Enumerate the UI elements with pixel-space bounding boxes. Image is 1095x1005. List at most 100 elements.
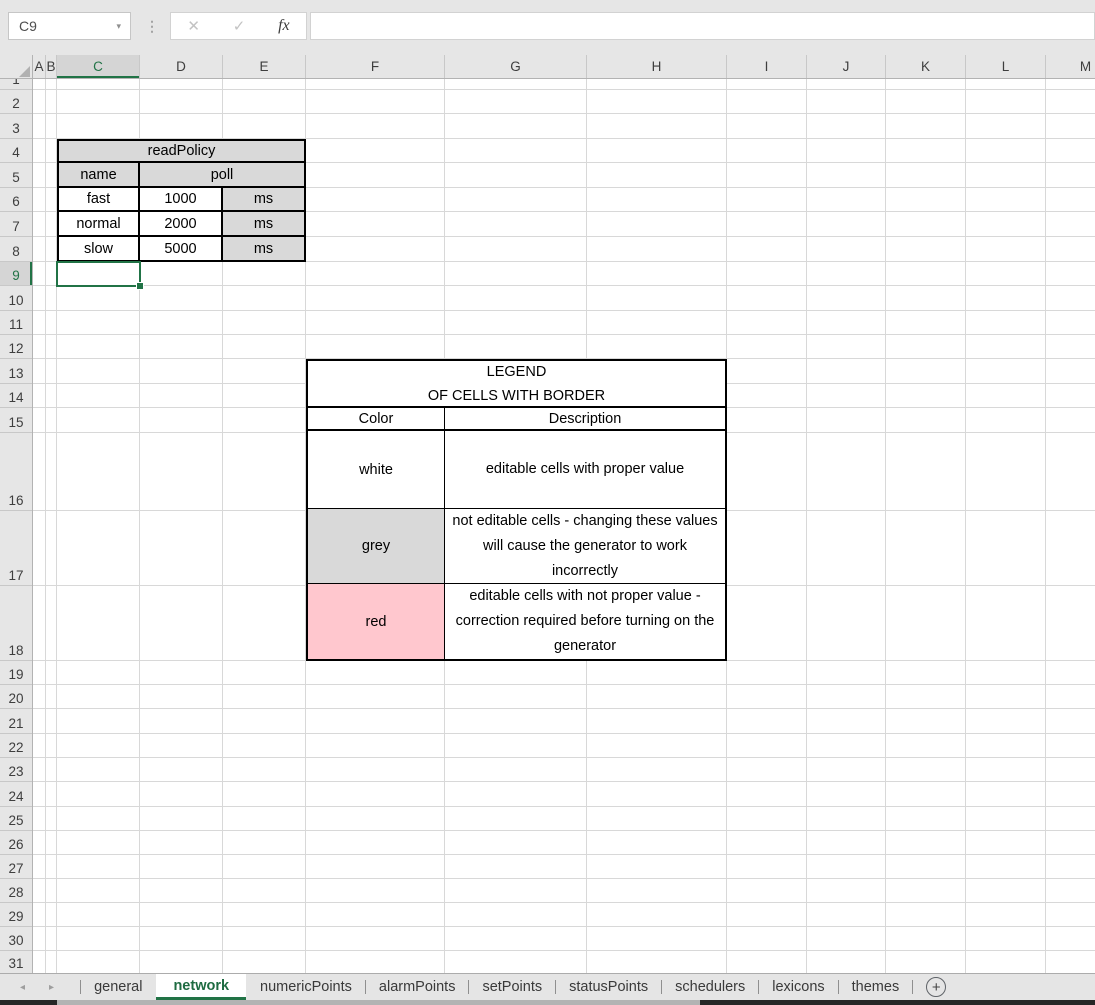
read-policy-title-cell[interactable]: readPolicy (59, 141, 304, 163)
column-header-G[interactable]: G (445, 55, 587, 78)
row-header-30[interactable]: 30 (0, 927, 32, 951)
insert-function-icon[interactable]: fx (278, 17, 290, 35)
row-header-24[interactable]: 24 (0, 782, 32, 807)
row-header-26[interactable]: 26 (0, 831, 32, 855)
sheet-tab-schedulers[interactable]: schedulers (662, 974, 758, 1000)
sheet-tab-alarmPoints[interactable]: alarmPoints (366, 974, 469, 1000)
bottom-strip-dark-right (700, 1000, 1095, 1005)
sheet-tab-numericPoints[interactable]: numericPoints (247, 974, 365, 1000)
read-policy-rows: fast1000msnormal2000msslow5000ms (59, 188, 304, 260)
legend-description-cell[interactable]: editable cells with proper value (445, 431, 725, 508)
row-header-19[interactable]: 19 (0, 661, 32, 685)
column-header-K[interactable]: K (886, 55, 966, 78)
row-header-28[interactable]: 28 (0, 879, 32, 903)
sheet-tab-general[interactable]: general (81, 974, 155, 1000)
name-box-dropdown-icon[interactable]: ▾ (116, 21, 130, 32)
column-header-H[interactable]: H (587, 55, 727, 78)
row-header-21[interactable]: 21 (0, 709, 32, 734)
legend-color-cell[interactable]: white (308, 431, 445, 508)
row-header-15[interactable]: 15 (0, 408, 32, 433)
row-header-12[interactable]: 12 (0, 335, 32, 359)
row-header-3[interactable]: 3 (0, 114, 32, 139)
row-header-31[interactable]: 31 (0, 951, 32, 973)
gridline-horizontal (33, 684, 1095, 685)
row-header-9[interactable]: 9 (0, 262, 32, 286)
legend-color-cell[interactable]: red (308, 584, 445, 659)
column-header-J[interactable]: J (807, 55, 886, 78)
column-header-E[interactable]: E (223, 55, 306, 78)
legend-row-red: rededitable cells with not proper value … (308, 584, 725, 659)
legend-title-cell[interactable]: LEGEND OF CELLS WITH BORDER (308, 361, 725, 408)
row-header-5[interactable]: 5 (0, 163, 32, 188)
row-header-18[interactable]: 18 (0, 586, 32, 661)
row-header-6[interactable]: 6 (0, 188, 32, 212)
legend-description-cell[interactable]: editable cells with not proper value - c… (445, 584, 725, 659)
add-sheet-button[interactable]: + (926, 977, 946, 997)
sheet-tab-themes[interactable]: themes (839, 974, 913, 1000)
row-header-4[interactable]: 4 (0, 139, 32, 163)
row-header-22[interactable]: 22 (0, 734, 32, 758)
row-header-20[interactable]: 20 (0, 685, 32, 709)
sheet-nav-left-icon[interactable]: ◂ (20, 982, 25, 993)
column-headers: ABCDEFGHIJKLM (33, 55, 1095, 79)
column-header-A[interactable]: A (33, 55, 46, 78)
row-header-25[interactable]: 25 (0, 807, 32, 831)
column-header-M[interactable]: M (1046, 55, 1095, 78)
read-policy-unit-cell[interactable]: ms (223, 237, 304, 260)
bottom-edge-strip (0, 1000, 1095, 1005)
gridline-horizontal (33, 854, 1095, 855)
row-header-17[interactable]: 17 (0, 511, 32, 586)
row-header-8[interactable]: 8 (0, 237, 32, 262)
read-policy-name-cell[interactable]: slow (59, 237, 140, 260)
row-header-16[interactable]: 16 (0, 433, 32, 511)
column-header-F[interactable]: F (306, 55, 445, 78)
sheet-tab-lexicons[interactable]: lexicons (759, 974, 837, 1000)
cell-grid[interactable]: readPolicy name poll fast1000msnormal200… (33, 79, 1095, 973)
formula-bar-input[interactable] (310, 12, 1095, 40)
legend-description-header-cell[interactable]: Description (445, 408, 725, 429)
enter-icon[interactable]: ✓ (233, 17, 246, 35)
read-policy-unit-cell[interactable]: ms (223, 188, 304, 210)
row-header-13[interactable]: 13 (0, 359, 32, 384)
column-header-C[interactable]: C (57, 55, 140, 78)
legend-row-grey: greynot editable cells - changing these … (308, 509, 725, 584)
legend-color-header-cell[interactable]: Color (308, 408, 445, 429)
name-box[interactable]: C9 ▾ (8, 12, 131, 40)
sheet-tab-statusPoints[interactable]: statusPoints (556, 974, 661, 1000)
sheet-tab-network[interactable]: network (156, 974, 246, 1000)
read-policy-name-cell[interactable]: normal (59, 212, 140, 235)
row-header-11[interactable]: 11 (0, 311, 32, 335)
column-header-D[interactable]: D (140, 55, 223, 78)
read-policy-poll-header-cell[interactable]: poll (140, 163, 304, 186)
sheet-tab-setPoints[interactable]: setPoints (469, 974, 555, 1000)
row-header-27[interactable]: 27 (0, 855, 32, 879)
row-header-23[interactable]: 23 (0, 758, 32, 782)
read-policy-name-header-cell[interactable]: name (59, 163, 140, 186)
cancel-icon[interactable]: ✕ (187, 17, 200, 35)
row-header-2[interactable]: 2 (0, 90, 32, 114)
column-header-L[interactable]: L (966, 55, 1046, 78)
row-header-29[interactable]: 29 (0, 903, 32, 927)
read-policy-name-cell[interactable]: fast (59, 188, 140, 210)
read-policy-value-cell[interactable]: 1000 (140, 188, 223, 210)
name-box-value: C9 (9, 18, 116, 34)
select-all-corner[interactable] (0, 55, 33, 79)
legend-color-cell[interactable]: grey (308, 509, 445, 583)
sheet-nav-arrows: ◂ ▸ (0, 974, 80, 1000)
sheet-nav-right-icon[interactable]: ▸ (49, 982, 54, 993)
active-cell-selection[interactable] (56, 261, 141, 287)
legend-description-cell[interactable]: not editable cells - changing these valu… (445, 509, 725, 583)
row-header-10[interactable]: 10 (0, 286, 32, 311)
read-policy-value-cell[interactable]: 5000 (140, 237, 223, 260)
column-header-B[interactable]: B (46, 55, 57, 78)
formula-bar-row: C9 ▾ ⋮ ✕ ✓ fx (0, 0, 1095, 55)
read-policy-row: normal2000ms (59, 212, 304, 237)
read-policy-value-cell[interactable]: 2000 (140, 212, 223, 235)
row-header-7[interactable]: 7 (0, 212, 32, 237)
read-policy-table: readPolicy name poll fast1000msnormal200… (57, 139, 306, 262)
read-policy-unit-cell[interactable]: ms (223, 212, 304, 235)
row-header-1[interactable]: 1 (0, 79, 32, 90)
fill-handle[interactable] (136, 282, 144, 290)
column-header-I[interactable]: I (727, 55, 807, 78)
row-header-14[interactable]: 14 (0, 384, 32, 408)
